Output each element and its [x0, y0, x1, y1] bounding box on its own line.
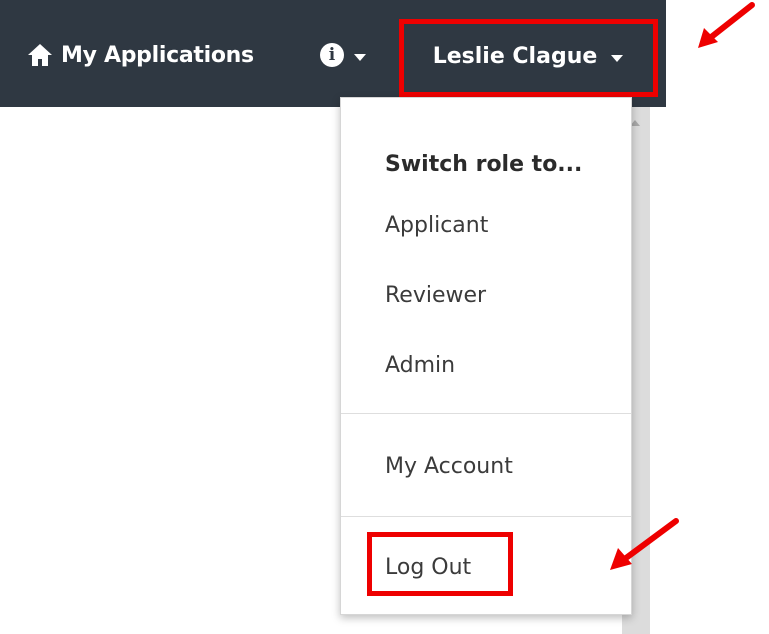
chevron-down-icon: [354, 53, 366, 61]
menu-item-log-out[interactable]: Log Out: [385, 555, 471, 580]
info-menu-toggle[interactable]: i: [320, 40, 366, 70]
menu-item-applicant[interactable]: Applicant: [385, 213, 488, 238]
page: My Applications i Leslie Clague Switch r…: [0, 0, 769, 634]
chevron-down-icon: [611, 54, 624, 62]
menu-divider: [341, 413, 631, 414]
user-menu-toggle[interactable]: Leslie Clague: [406, 22, 650, 90]
user-dropdown-menu: Switch role to... Applicant Reviewer Adm…: [340, 97, 632, 615]
top-navbar: My Applications i Leslie Clague: [0, 0, 666, 107]
switch-role-heading: Switch role to...: [385, 152, 583, 177]
menu-item-my-account[interactable]: My Account: [385, 454, 513, 479]
user-name: Leslie Clague: [432, 43, 598, 69]
pointer-arrow-icon: [698, 2, 755, 48]
my-applications-link[interactable]: My Applications: [27, 38, 254, 72]
home-icon: [27, 42, 53, 68]
menu-divider: [341, 516, 631, 517]
info-icon: i: [320, 43, 344, 67]
menu-item-reviewer[interactable]: Reviewer: [385, 283, 486, 308]
menu-item-admin[interactable]: Admin: [385, 353, 455, 378]
my-applications-label: My Applications: [61, 42, 254, 68]
